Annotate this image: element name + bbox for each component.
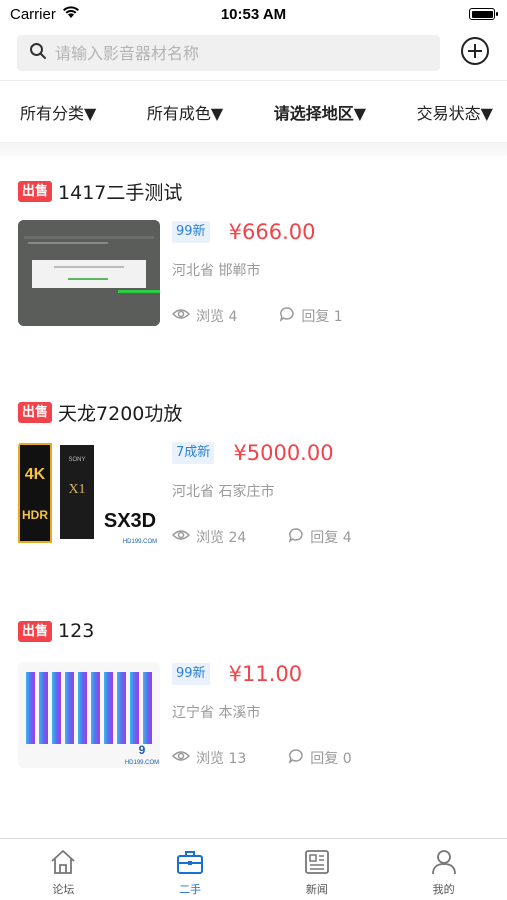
thumb-text-x1: X1 [68, 482, 85, 497]
color-bars-thumb: 9 HD199.COM [26, 672, 159, 766]
comment-icon [288, 527, 304, 547]
condition-badge: 7成新 [172, 442, 215, 464]
listing-stats: 浏览 24 回复 4 [171, 527, 489, 547]
search-box[interactable] [17, 35, 440, 71]
listing-info: 99新 ¥666.00 河北省 邯郸市 浏览 4 回复 1 [171, 220, 489, 326]
listing-thumbnail[interactable] [18, 220, 160, 326]
tab-me[interactable]: 我的 [404, 847, 484, 897]
listing-card[interactable]: 出售 123 9 HD199.COM 99新 ¥11.00 辽宁省 本溪市 浏览… [0, 598, 507, 818]
wifi-icon [62, 5, 80, 23]
listing-location: 辽宁省 本溪市 [172, 705, 261, 721]
user-icon [429, 847, 459, 880]
screenshot-thumb-icon [18, 220, 160, 326]
filter-region-label: 请选择地区▼ [273, 103, 367, 123]
thumb-text-sony: SONY [68, 457, 85, 463]
tab-secondhand-label: 二手 [179, 883, 202, 896]
eye-icon [171, 308, 191, 324]
listing-location: 河北省 石家庄市 [172, 484, 275, 500]
tab-secondhand[interactable]: 二手 [150, 847, 230, 897]
views-count: 浏览 4 [196, 309, 238, 325]
views-count: 浏览 24 [196, 530, 247, 546]
newspaper-icon [302, 847, 332, 880]
listing-price: ¥666.00 [228, 220, 316, 244]
divider-band [0, 142, 507, 156]
listing-title: 天龙7200功放 [58, 403, 183, 425]
replies-count: 回复 0 [310, 751, 352, 767]
replies-stat: 回复 4 [288, 527, 352, 547]
views-count: 浏览 13 [196, 751, 247, 767]
svg-text:9: 9 [139, 743, 146, 757]
carrier-label: Carrier [10, 5, 56, 23]
listing-info: 99新 ¥11.00 辽宁省 本溪市 浏览 13 回复 0 [171, 662, 489, 768]
comment-icon [279, 306, 295, 326]
condition-badge: 99新 [172, 221, 210, 243]
filter-condition[interactable]: 所有成色▼ [147, 100, 223, 124]
filter-category-label: 所有分类▼ [20, 103, 97, 123]
listing-stats: 浏览 4 回复 1 [171, 306, 489, 326]
filter-category[interactable]: 所有分类▼ [20, 100, 96, 124]
thumb-text-site: HD199.COM [123, 539, 157, 545]
listing-price: ¥11.00 [228, 662, 303, 686]
eye-icon [171, 529, 191, 545]
thumb-text-hdr: HDR [22, 508, 48, 522]
listing-title-row: 出售 天龙7200功放 [18, 399, 182, 426]
replies-stat: 回复 1 [279, 306, 343, 326]
thumb-text-site: HD199.COM [125, 760, 159, 766]
listing-thumbnail[interactable]: 9 HD199.COM [18, 662, 160, 768]
listing-title: 123 [58, 620, 95, 642]
views-stat: 浏览 4 [171, 306, 238, 326]
filter-row: 所有分类▼ 所有成色▼ 请选择地区▼ 交易状态▼ [0, 80, 507, 142]
views-stat: 浏览 13 [171, 748, 247, 768]
sale-badge: 出售 [18, 402, 53, 423]
briefcase-icon [175, 847, 205, 880]
filter-condition-label: 所有成色▼ [146, 103, 224, 123]
home-icon [48, 847, 78, 880]
thumb-text-4k: 4K [25, 466, 46, 483]
filter-region[interactable]: 请选择地区▼ [274, 100, 366, 124]
status-bar: Carrier 10:53 AM [0, 0, 507, 28]
tab-me-label: 我的 [432, 883, 455, 896]
listing-info: 7成新 ¥5000.00 河北省 石家庄市 浏览 24 回复 4 [171, 441, 489, 547]
listing-title-row: 出售 123 [18, 620, 94, 642]
plus-circle-icon [460, 36, 490, 70]
listing-card[interactable]: 出售 1417二手测试 99新 ¥666.00 河北省 邯郸市 浏览 4 回复 [0, 156, 507, 376]
listing-location: 河北省 邯郸市 [172, 263, 261, 279]
tab-news[interactable]: 新闻 [277, 847, 357, 897]
thumb-text-brand: SX3D [104, 510, 156, 532]
listing-thumbnail[interactable]: 4K HDR SONY X1 SX3D HD199.COM [18, 441, 160, 547]
add-listing-button[interactable] [460, 36, 490, 70]
condition-badge: 99新 [172, 663, 210, 685]
tab-news-label: 新闻 [305, 883, 328, 896]
search-input[interactable] [55, 43, 428, 63]
replies-count: 回复 4 [310, 530, 352, 546]
tab-forum[interactable]: 论坛 [23, 847, 103, 897]
product-photo-thumb: 4K HDR SONY X1 SX3D HD199.COM [18, 443, 157, 545]
replies-stat: 回复 0 [288, 748, 352, 768]
listing-title-row: 出售 1417二手测试 [18, 178, 182, 205]
sale-badge: 出售 [18, 620, 53, 642]
listing-stats: 浏览 13 回复 0 [171, 748, 489, 768]
search-row [0, 28, 507, 78]
filter-trade-status-label: 交易状态▼ [416, 103, 493, 123]
battery-icon [469, 8, 498, 20]
tab-forum-label: 论坛 [52, 883, 75, 896]
search-icon [29, 42, 47, 64]
replies-count: 回复 1 [301, 309, 343, 325]
eye-icon [171, 750, 191, 766]
sale-badge: 出售 [18, 181, 53, 202]
tab-bar: 论坛 二手 新闻 我的 [0, 838, 507, 900]
status-left: Carrier [10, 5, 80, 23]
views-stat: 浏览 24 [171, 527, 247, 547]
filter-trade-status[interactable]: 交易状态▼ [417, 100, 493, 124]
listing-price: ¥5000.00 [233, 441, 334, 465]
comment-icon [288, 748, 304, 768]
listing-title: 1417二手测试 [58, 182, 183, 204]
listing-card[interactable]: 出售 天龙7200功放 4K HDR SONY X1 SX3D HD199.CO… [0, 377, 507, 597]
